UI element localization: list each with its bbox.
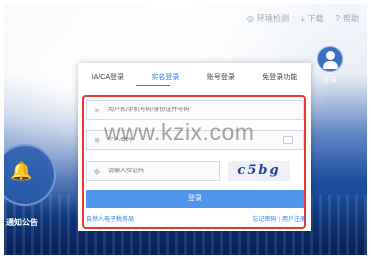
eye-icon: ◎: [247, 13, 254, 23]
user-login-entry[interactable]: 登录: [313, 46, 347, 85]
captcha-input[interactable]: [108, 168, 208, 174]
user-icon: ●: [94, 105, 100, 115]
nav-download[interactable]: ⤓ 下载: [301, 13, 324, 24]
bell-icon: 🔔: [10, 161, 33, 181]
lock-icon: ■: [94, 135, 100, 145]
username-field[interactable]: ●: [86, 100, 304, 120]
nav-env-check[interactable]: ◎ 环境检测: [247, 13, 289, 24]
tab-no-login[interactable]: 免登录功能: [260, 72, 299, 82]
active-tab-indicator: [136, 85, 170, 86]
login-dialog: IA/CA登录 实名登录 账号登录 免登录功能 ● ■ ◆ c5bg 登录 自然…: [78, 63, 311, 231]
top-nav: ◎ 环境检测 ⤓ 下载 ? 帮助: [247, 13, 359, 24]
captcha-field[interactable]: ◆: [86, 161, 220, 181]
login-tabs: IA/CA登录 实名登录 账号登录 免登录功能: [78, 69, 311, 85]
login-button[interactable]: 登录: [86, 190, 304, 208]
avatar-icon: [317, 46, 343, 72]
tab-account-login[interactable]: 账号登录: [205, 72, 237, 82]
download-icon: ⤓: [301, 13, 305, 23]
keyboard-icon[interactable]: [283, 136, 293, 144]
account-links: 忘记密码 | 用户注册: [252, 214, 306, 223]
user-login-label: 登录: [323, 77, 337, 84]
nav-download-label: 下载: [307, 14, 324, 23]
forgot-password-link[interactable]: 忘记密码: [252, 217, 276, 223]
nav-env-check-label: 环境检测: [257, 14, 289, 23]
tax-bureau-link[interactable]: 自然人电子税务局: [86, 214, 134, 223]
register-link[interactable]: 用户注册: [282, 217, 306, 223]
shield-icon: ◆: [93, 166, 101, 176]
username-input[interactable]: [108, 107, 258, 113]
watermark-text: www.kzix.com: [104, 119, 255, 145]
page-background: ◎ 环境检测 ⤓ 下载 ? 帮助 登录 🔔 通知公告 IA/CA登录 实名登录 …: [4, 4, 367, 255]
notice-label[interactable]: 通知公告: [6, 217, 38, 228]
captcha-image[interactable]: c5bg: [228, 161, 290, 181]
nav-help[interactable]: ? 帮助: [336, 13, 359, 24]
nav-help-label: 帮助: [343, 14, 359, 23]
tab-ca-login[interactable]: IA/CA登录: [90, 72, 126, 82]
help-icon: ?: [335, 13, 340, 23]
tab-realname-login[interactable]: 实名登录: [149, 72, 181, 82]
